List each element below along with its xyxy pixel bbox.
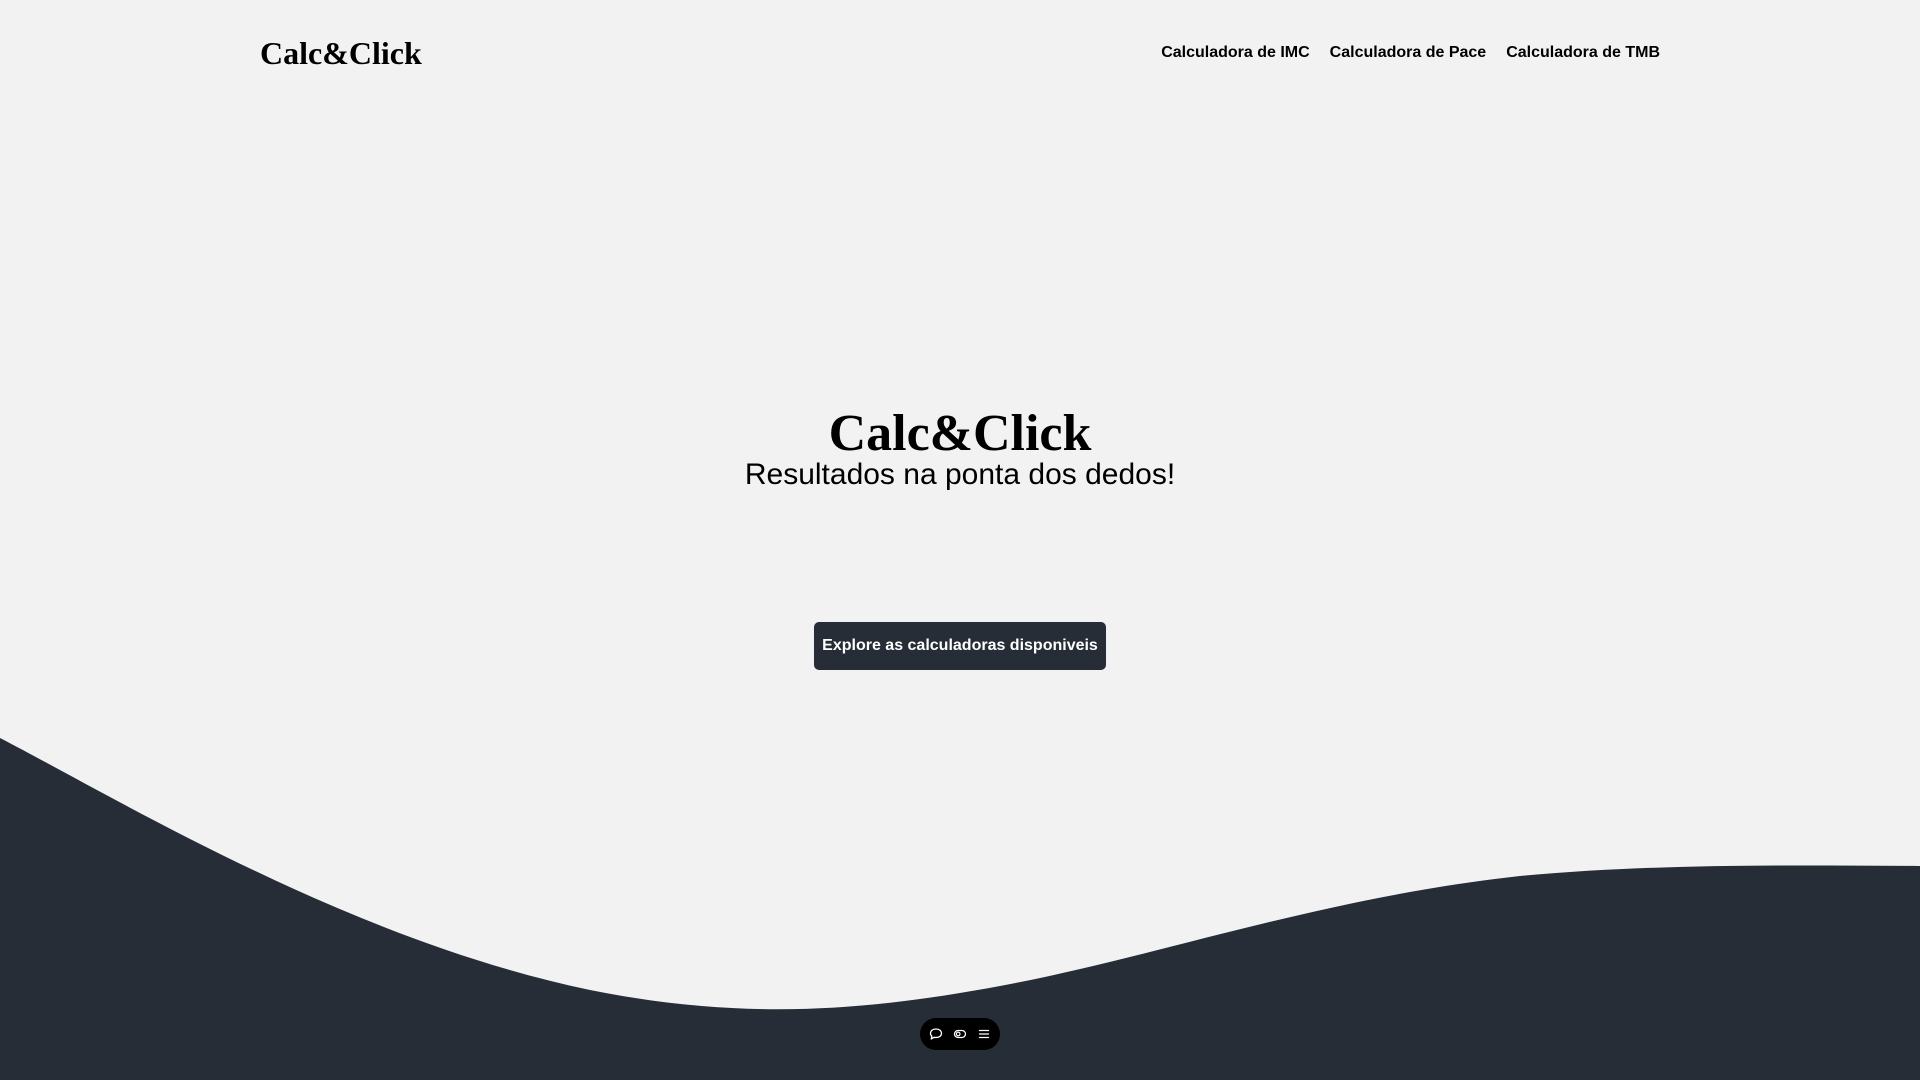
footer-wave [0,738,1920,1080]
menu-icon[interactable] [976,1026,992,1042]
explore-calculators-button[interactable]: Explore as calculadoras disponiveis [814,622,1106,670]
cta-container: Explore as calculadoras disponiveis [0,622,1920,670]
nav-link-tmb[interactable]: Calculadora de TMB [1506,42,1660,64]
site-header: Calc&Click Calculadora de IMC Calculador… [0,0,1920,108]
hero-subtitle: Resultados na ponta dos dedos! [744,458,1176,491]
toggle-icon[interactable] [952,1026,968,1042]
main-nav: Calculadora de IMC Calculadora de Pace C… [1161,42,1660,64]
floating-toolbar [920,1018,1000,1050]
nav-link-imc[interactable]: Calculadora de IMC [1161,42,1309,64]
chat-bubble-icon[interactable] [928,1026,944,1042]
brand-logo[interactable]: Calc&Click [260,33,422,73]
nav-link-pace[interactable]: Calculadora de Pace [1330,42,1487,64]
